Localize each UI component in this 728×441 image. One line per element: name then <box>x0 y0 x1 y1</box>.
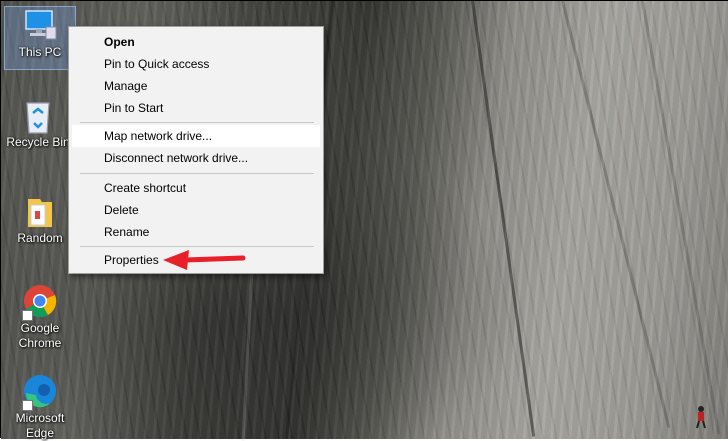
edge-icon <box>22 373 58 411</box>
shortcut-arrow-icon <box>22 400 33 411</box>
menu-separator <box>80 173 314 174</box>
menu-item-rename[interactable]: Rename <box>72 221 320 243</box>
menu-separator <box>80 246 314 247</box>
desktop-icon-label: Recycle Bin <box>6 135 70 149</box>
menu-item-delete[interactable]: Delete <box>72 199 320 221</box>
climber-figure-icon <box>691 405 711 429</box>
menu-item-disconnect-network-drive[interactable]: Disconnect network drive... <box>72 147 320 169</box>
recycle-bin-icon <box>20 97 56 134</box>
annotation-arrow-icon <box>163 250 246 270</box>
folder-icon <box>22 193 58 229</box>
computer-icon <box>22 7 58 43</box>
shortcut-arrow-icon <box>22 310 33 321</box>
desktop-icon-random[interactable]: Random <box>5 193 75 246</box>
chrome-icon <box>22 283 58 321</box>
desktop-icon-google-chrome[interactable]: Google Chrome <box>5 283 75 351</box>
menu-item-pin-quick-access[interactable]: Pin to Quick access <box>72 53 320 75</box>
menu-item-open[interactable]: Open <box>72 31 320 53</box>
menu-item-manage[interactable]: Manage <box>72 75 320 97</box>
context-menu: Open Pin to Quick access Manage Pin to S… <box>68 26 324 274</box>
desktop-icon-label: Microsoft Edge <box>15 411 65 440</box>
desktop-icon-label: Google Chrome <box>18 321 62 350</box>
desktop-icon-label: Random <box>17 231 63 245</box>
menu-item-create-shortcut[interactable]: Create shortcut <box>72 177 320 199</box>
desktop-icon-label: This PC <box>18 45 62 59</box>
desktop-icon-this-pc[interactable]: This PC <box>4 6 76 70</box>
desktop-icon-recycle-bin[interactable]: Recycle Bin <box>3 97 73 150</box>
menu-item-map-network-drive[interactable]: Map network drive... <box>72 125 320 147</box>
menu-separator <box>80 122 314 123</box>
desktop-icon-microsoft-edge[interactable]: Microsoft Edge <box>5 373 75 441</box>
menu-item-pin-start[interactable]: Pin to Start <box>72 97 320 119</box>
